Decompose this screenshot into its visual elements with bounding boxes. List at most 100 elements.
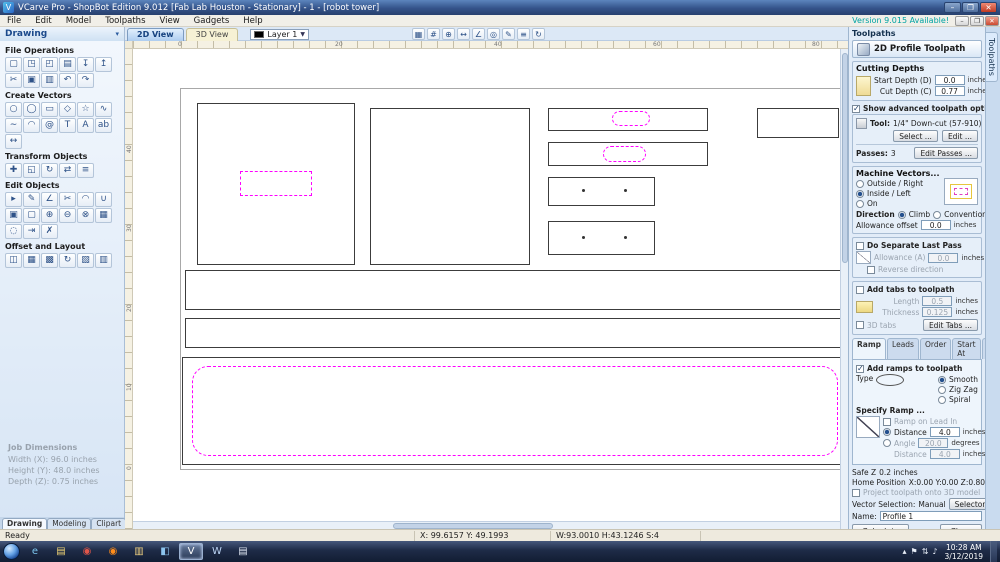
edit-passes-button[interactable]: Edit Passes ... <box>914 147 978 159</box>
start-depth-input[interactable]: 0.0 <box>934 75 965 85</box>
draw-arc-icon[interactable]: ◠ <box>23 118 40 133</box>
word-icon[interactable]: W <box>205 543 229 560</box>
ungroup-icon[interactable]: ▢ <box>23 208 40 223</box>
vertical-scrollbar[interactable] <box>840 49 848 529</box>
maximize-button[interactable]: ❐ <box>962 2 979 13</box>
version-notice[interactable]: Version 9.015 Available! <box>852 16 949 25</box>
volume-icon[interactable]: ♪ <box>932 547 937 556</box>
intersect-icon[interactable]: ⊗ <box>77 208 94 223</box>
tab-ramp[interactable]: Ramp <box>852 338 887 359</box>
menu-view[interactable]: View <box>153 15 187 27</box>
move-icon[interactable]: ✚ <box>5 163 22 178</box>
draw-polyline-icon[interactable]: ∿ <box>95 102 112 117</box>
tab-2d-view[interactable]: 2D View <box>127 28 184 41</box>
origin-icon[interactable]: ⊕ <box>442 28 455 40</box>
tab-clipart[interactable]: Clipart <box>91 518 127 529</box>
draw-star-icon[interactable]: ☆ <box>77 102 94 117</box>
new-file-icon[interactable]: ▢ <box>5 57 22 72</box>
tool-edit-button[interactable]: Edit ... <box>941 130 978 142</box>
ramp-angle-input[interactable]: 20.0 <box>918 438 949 448</box>
rotate-copy-icon[interactable]: ↻ <box>59 253 76 268</box>
drill-point-1[interactable] <box>582 189 585 192</box>
libraries-icon[interactable]: ▥ <box>127 543 151 560</box>
drill-point-2[interactable] <box>624 189 627 192</box>
vcarve-icon[interactable]: V <box>179 543 203 560</box>
menu-model[interactable]: Model <box>59 15 99 27</box>
mirror-icon[interactable]: ⇄ <box>59 163 76 178</box>
radio-outside-right[interactable] <box>856 179 864 188</box>
tab-drawing[interactable]: Drawing <box>2 518 48 529</box>
show-hidden-icons-button[interactable]: ▴ <box>903 547 907 556</box>
last-pass-allowance-input[interactable]: 0.0 <box>928 252 959 263</box>
scale-icon[interactable]: ◱ <box>23 163 40 178</box>
project-3d-checkbox[interactable] <box>852 488 860 497</box>
radio-ramp-distance[interactable] <box>883 428 891 436</box>
text-on-curve-icon[interactable]: ab <box>95 118 112 133</box>
selector-button[interactable]: Selector ... <box>948 498 985 510</box>
drill-point-4[interactable] <box>624 236 627 239</box>
draw-ellipse-icon[interactable]: ◯ <box>23 102 40 117</box>
3d-tabs-checkbox[interactable] <box>856 321 864 329</box>
toolpaths-side-tab[interactable]: Toolpaths <box>986 32 998 82</box>
draw-curve-icon[interactable]: ∼ <box>5 118 22 133</box>
draw-spiral-icon[interactable]: @ <box>41 118 58 133</box>
group-icon[interactable]: ▣ <box>5 208 22 223</box>
menu-file[interactable]: File <box>0 15 28 27</box>
radio-smooth[interactable] <box>938 375 947 384</box>
vector-rect-2[interactable] <box>370 108 530 265</box>
block-copy-icon[interactable]: ▩ <box>41 253 58 268</box>
drawing-canvas[interactable] <box>133 49 840 521</box>
draw-rectangle-icon[interactable]: ▭ <box>41 102 58 117</box>
save-icon[interactable]: ◰ <box>41 57 58 72</box>
close-vector-icon[interactable]: ◌ <box>5 224 22 239</box>
node-edit-icon[interactable]: ✎ <box>23 192 40 207</box>
radio-spiral[interactable] <box>938 395 947 404</box>
zoom-icon[interactable]: ◎ <box>487 28 500 40</box>
tab-start-at[interactable]: Start At <box>952 338 981 359</box>
radio-zigzag[interactable] <box>938 385 947 394</box>
draw-circle-icon[interactable]: ○ <box>5 102 22 117</box>
layout-icon[interactable]: ▥ <box>95 253 112 268</box>
selected-vector-slot-1[interactable] <box>612 111 650 126</box>
export-icon[interactable]: ↥ <box>95 57 112 72</box>
action-center-icon[interactable]: ⚑ <box>911 547 918 556</box>
menu-gadgets[interactable]: Gadgets <box>187 15 237 27</box>
refresh-icon[interactable]: ↻ <box>532 28 545 40</box>
vector-rect-9[interactable] <box>185 318 840 348</box>
vector-rect-6[interactable] <box>548 221 655 255</box>
ruler-icon[interactable]: ↔ <box>457 28 470 40</box>
nest-icon[interactable]: ▧ <box>77 253 94 268</box>
radio-ramp-angle[interactable] <box>883 439 891 447</box>
ramp-distance-input[interactable]: 4.0 <box>929 427 960 437</box>
advanced-options-checkbox[interactable] <box>852 104 860 113</box>
ramp-distance2-input[interactable]: 4.0 <box>929 449 960 459</box>
array-icon[interactable]: ▦ <box>95 208 112 223</box>
separate-last-pass-checkbox[interactable] <box>856 241 864 250</box>
ramp-lead-in-checkbox[interactable] <box>883 417 891 426</box>
network-icon[interactable]: ⇅ <box>922 547 929 556</box>
tab-order[interactable]: Order <box>919 338 952 359</box>
vector-rect-8[interactable] <box>185 270 840 310</box>
selected-vector-rect[interactable] <box>240 171 312 196</box>
chevron-down-icon[interactable]: ▾ <box>115 30 119 38</box>
chrome-icon[interactable]: ◉ <box>75 543 99 560</box>
radio-on[interactable] <box>856 199 864 208</box>
measure-icon[interactable]: ∠ <box>472 28 485 40</box>
redo-icon[interactable]: ↷ <box>77 73 94 88</box>
rotate-icon[interactable]: ↻ <box>41 163 58 178</box>
trim-icon[interactable]: ✂ <box>59 192 76 207</box>
selected-vector-slot-2[interactable] <box>603 146 646 162</box>
horizontal-scrollbar[interactable] <box>133 521 840 529</box>
align-icon[interactable]: ≡ <box>77 163 94 178</box>
tab-length-input[interactable]: 0.5 <box>922 296 953 306</box>
tab-3d-view[interactable]: 3D View <box>185 28 239 41</box>
allowance-offset-input[interactable]: 0.0 <box>920 220 951 230</box>
radio-conventional[interactable] <box>933 210 942 219</box>
text-box-icon[interactable]: A <box>77 118 94 133</box>
taskbar-clock[interactable]: 10:28 AM 3/12/2019 <box>941 543 987 561</box>
offset-icon[interactable]: ◫ <box>5 253 22 268</box>
import-icon[interactable]: ↧ <box>77 57 94 72</box>
radio-climb[interactable] <box>897 210 906 219</box>
print-icon[interactable]: ▤ <box>59 57 76 72</box>
minimize-button[interactable]: – <box>944 2 961 13</box>
